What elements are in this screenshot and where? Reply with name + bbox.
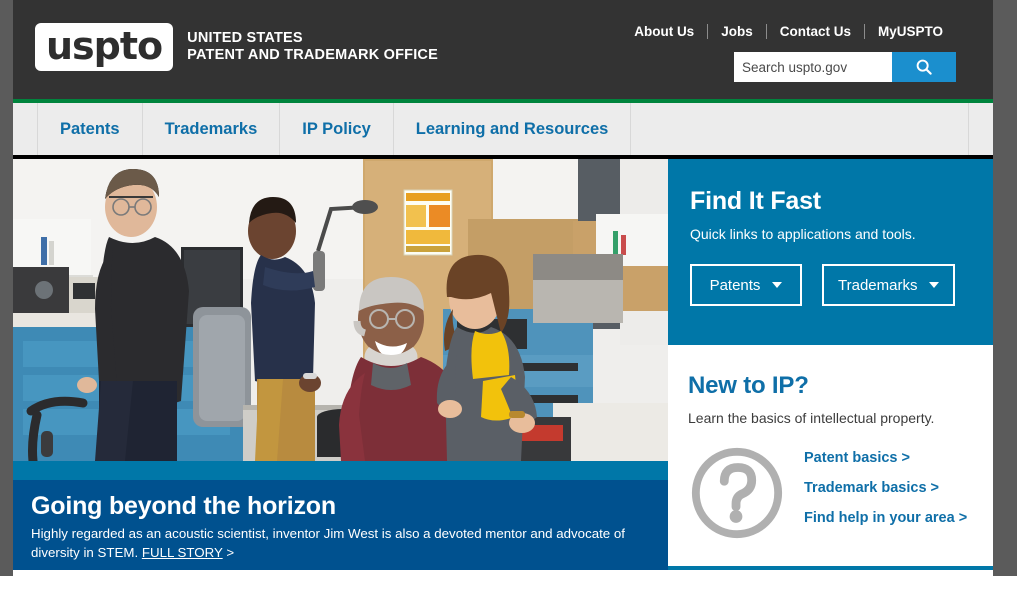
logo-wordmark: uspto — [46, 24, 163, 68]
link-trademark-basics[interactable]: Trademark basics > — [804, 480, 967, 496]
hero-full-story-link[interactable]: FULL STORY — [142, 545, 223, 560]
find-it-fast-patents-button[interactable]: Patents — [690, 264, 802, 306]
find-it-fast-patents-label: Patents — [709, 276, 761, 294]
search-icon — [916, 59, 932, 75]
nav-left-spacer — [13, 103, 38, 155]
utility-link-myuspto[interactable]: MyUSPTO — [865, 24, 956, 39]
new-to-ip-title: New to IP? — [688, 372, 809, 399]
hero-description: Highly regarded as an acoustic scientist… — [31, 525, 650, 562]
chevron-down-icon — [772, 282, 783, 288]
find-it-fast-subtitle: Quick links to applications and tools. — [690, 226, 916, 242]
hero-link-suffix: > — [226, 544, 235, 560]
nav-filler — [631, 103, 968, 155]
nav-item-learning-and-resources[interactable]: Learning and Resources — [394, 103, 632, 155]
main-navigation: Patents Trademarks IP Policy Learning an… — [13, 103, 993, 155]
hero-title: Going beyond the horizon — [31, 492, 336, 520]
utility-nav: About Us Jobs Contact Us MyUSPTO — [621, 24, 956, 39]
question-mark-circle-icon — [691, 447, 783, 539]
page-gutter-left — [0, 0, 13, 576]
site-search — [734, 52, 956, 82]
site-header: uspto UNITED STATES PATENT AND TRADEMARK… — [13, 0, 993, 99]
hero-photo-illustration — [13, 159, 668, 461]
logo-wordmark-box: uspto — [35, 23, 174, 71]
uspto-homepage: uspto UNITED STATES PATENT AND TRADEMARK… — [0, 0, 1017, 601]
search-button[interactable] — [892, 52, 956, 82]
logo-subtitle-line-2: PATENT AND TRADEMARK OFFICE — [187, 47, 438, 63]
hero-caption: Going beyond the horizon Highly regarded… — [13, 480, 668, 570]
nav-right-endcap — [968, 103, 993, 155]
logo-subtitle: UNITED STATES PATENT AND TRADEMARK OFFIC… — [187, 30, 438, 64]
chevron-down-icon — [929, 282, 940, 288]
search-input[interactable] — [734, 52, 892, 82]
hero-accent-strip — [13, 461, 668, 480]
new-to-ip-panel: New to IP? Learn the basics of intellect… — [668, 345, 993, 570]
link-find-help-in-your-area[interactable]: Find help in your area > — [804, 510, 967, 526]
find-it-fast-buttons: Patents Trademarks — [690, 264, 971, 306]
utility-link-contact-us[interactable]: Contact Us — [767, 24, 864, 39]
hero-image[interactable] — [13, 159, 668, 461]
nav-item-ip-policy[interactable]: IP Policy — [280, 103, 394, 155]
page-gutter-right — [993, 0, 1017, 576]
find-it-fast-title: Find It Fast — [690, 187, 821, 215]
new-to-ip-subtitle: Learn the basics of intellectual propert… — [688, 410, 935, 426]
new-to-ip-body: Patent basics > Trademark basics > Find … — [688, 444, 973, 542]
nav-item-trademarks[interactable]: Trademarks — [143, 103, 281, 155]
hero-description-text: Highly regarded as an acoustic scientist… — [31, 526, 625, 560]
utility-link-about-us[interactable]: About Us — [621, 24, 707, 39]
new-to-ip-links: Patent basics > Trademark basics > Find … — [804, 444, 967, 526]
logo-subtitle-line-1: UNITED STATES — [187, 30, 303, 46]
find-it-fast-trademarks-button[interactable]: Trademarks — [822, 264, 956, 306]
hero-bottom-filler — [13, 570, 668, 576]
nav-item-patents[interactable]: Patents — [38, 103, 143, 155]
link-patent-basics[interactable]: Patent basics > — [804, 450, 967, 466]
uspto-logo[interactable]: uspto UNITED STATES PATENT AND TRADEMARK… — [35, 23, 438, 71]
find-it-fast-panel: Find It Fast Quick links to applications… — [668, 159, 993, 345]
utility-link-jobs[interactable]: Jobs — [708, 24, 766, 39]
find-it-fast-trademarks-label: Trademarks — [838, 276, 918, 294]
